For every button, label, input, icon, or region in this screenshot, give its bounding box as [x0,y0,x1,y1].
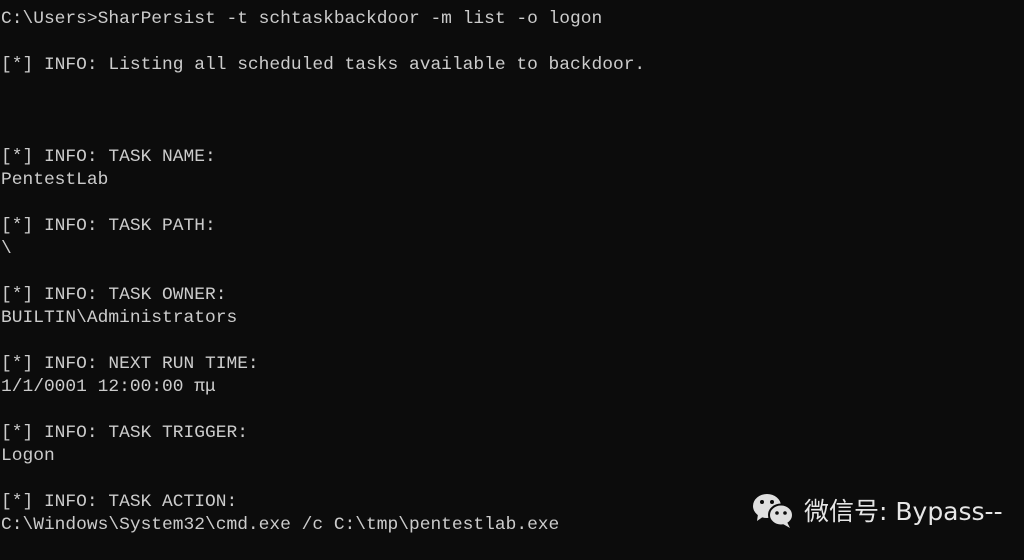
terminal-line: [*] INFO: TASK NAME: [1,147,216,167]
watermark: 微信号: Bypass-- [752,492,1003,528]
wechat-icon [753,494,794,528]
terminal-line: [*] INFO: TASK TRIGGER: [1,423,248,443]
terminal-line: Logon [1,446,55,466]
terminal-line: [*] INFO: TASK OWNER: [1,285,227,305]
terminal-line: C:\Windows\System32\cmd.exe /c C:\tmp\pe… [1,515,560,535]
terminal-line: BUILTIN\Administrators [1,308,238,328]
terminal-output: C:\Users>SharPersist -t schtaskbackdoor … [1,8,645,537]
terminal-line: [*] INFO: Listing all scheduled tasks av… [1,55,646,75]
terminal-line: 1/1/0001 12:00:00 πμ [1,377,216,397]
terminal-line: [*] INFO: TASK ACTION: [1,492,238,512]
terminal-line: [*] INFO: NEXT RUN TIME: [1,354,259,374]
terminal-line: \ [1,239,12,259]
terminal-line: C:\Users>SharPersist -t schtaskbackdoor … [1,9,603,29]
terminal-line: [*] INFO: TASK PATH: [1,216,216,236]
terminal-line: PentestLab [1,170,109,190]
watermark-text: 微信号: Bypass-- [804,497,1003,526]
